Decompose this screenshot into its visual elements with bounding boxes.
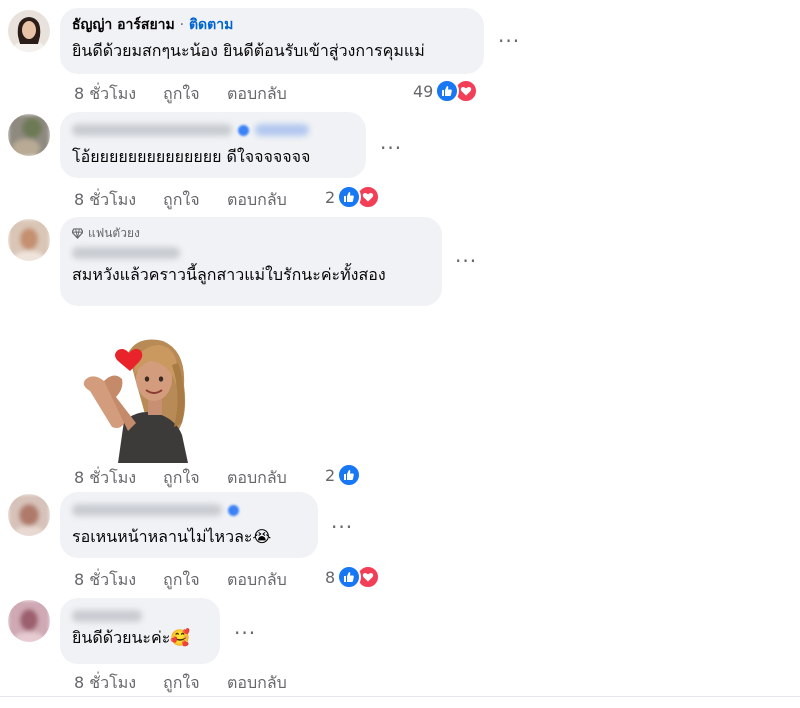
diamond-icon [72, 227, 83, 239]
divider [0, 696, 800, 697]
reply-button[interactable]: ตอบกลับ [227, 671, 287, 696]
like-icon [435, 79, 460, 103]
more-options-button[interactable]: ··· [380, 138, 402, 158]
like-button[interactable]: ถูกใจ [163, 568, 227, 593]
comment-bubble: แฟนตัวยง สมหวังแล้วคราวนี้ลูกสาวแม่ใบรัก… [60, 217, 442, 306]
comment-bubble: ธัญญ่า อาร์สยาม · ติดตาม ยินดีด้วยมสกๆนะ… [60, 8, 484, 74]
reaction-summary[interactable]: 49 [413, 79, 479, 103]
avatar[interactable] [8, 494, 50, 536]
reaction-summary[interactable]: 8 [325, 565, 381, 589]
reaction-count: 49 [413, 81, 434, 101]
timestamp[interactable]: 8 ชั่วโมง [74, 188, 163, 213]
reply-button[interactable]: ตอบกลับ [227, 188, 287, 213]
separator: · [179, 17, 185, 33]
avatar[interactable] [8, 600, 50, 642]
reply-button[interactable]: ตอบกลับ [227, 82, 287, 107]
reply-button[interactable]: ตอบกลับ [227, 568, 287, 593]
top-fan-badge[interactable]: แฟนตัวยง [72, 225, 430, 241]
reaction-count: 2 [325, 187, 336, 207]
like-button[interactable]: ถูกใจ [163, 466, 227, 491]
like-button[interactable]: ถูกใจ [163, 671, 227, 696]
comment-text: ยินดีด้วยนะค่ะ🥰 [72, 628, 191, 647]
timestamp[interactable]: 8 ชั่วโมง [74, 671, 163, 696]
comment-text: สมหวังแล้วคราวนี้ลูกสาวแม่ใบรักนะค่ะทั้ง… [72, 265, 386, 284]
reaction-count: 8 [325, 567, 336, 587]
reaction-count: 2 [325, 465, 336, 485]
follow-link-blurred[interactable] [255, 124, 309, 136]
like-icon [337, 565, 362, 589]
more-options-button[interactable]: ··· [331, 517, 353, 537]
comment-bubble: ยินดีด้วยนะค่ะ🥰 [60, 598, 220, 664]
more-options-button[interactable]: ··· [455, 251, 477, 271]
like-button[interactable]: ถูกใจ [163, 188, 227, 213]
comment-actions: 8 ชั่วโมง ถูกใจ ตอบกลับ [74, 82, 287, 107]
badge-label: แฟนตัวยง [88, 226, 140, 240]
verified-icon [228, 505, 239, 516]
author-name[interactable] [72, 120, 354, 141]
comment-bubble: โอ้ยยยยยยยยยยยยยย ดีใจจจจจจจ [60, 112, 366, 178]
comment-text: ยินดีด้วยมสกๆนะน้อง ยินดีต้อนรับเข้าสู่ว… [72, 41, 425, 60]
avatar[interactable] [8, 10, 50, 52]
comment-bubble: รอเหนหน้าหลานไม่ไหวละ😭 [60, 492, 318, 558]
follow-link[interactable]: ติดตาม [189, 17, 233, 33]
reaction-summary[interactable]: 2 [325, 185, 381, 209]
more-options-button[interactable]: ··· [234, 623, 256, 643]
comment-text: รอเหนหน้าหลานไม่ไหวละ😭 [72, 527, 272, 546]
avatar[interactable] [8, 114, 50, 156]
comment-actions: 8 ชั่วโมง ถูกใจ ตอบกลับ [74, 568, 287, 593]
author-name-blurred[interactable] [72, 610, 142, 622]
like-icon [337, 463, 362, 487]
like-icon [337, 185, 362, 209]
author-name-blurred[interactable] [72, 247, 180, 259]
timestamp[interactable]: 8 ชั่วโมง [74, 82, 163, 107]
comment-actions: 8 ชั่วโมง ถูกใจ ตอบกลับ [74, 671, 287, 696]
reaction-summary[interactable]: 2 [325, 463, 362, 487]
author-name-blurred [72, 124, 232, 136]
timestamp[interactable]: 8 ชั่วโมง [74, 466, 163, 491]
timestamp[interactable]: 8 ชั่วโมง [74, 568, 163, 593]
author-name: ธัญญ่า อาร์สยาม · ติดตาม [72, 16, 472, 35]
more-options-button[interactable]: ··· [498, 31, 520, 51]
heart-hands-avatar-sticker[interactable] [78, 335, 190, 463]
comment-actions: 8 ชั่วโมง ถูกใจ ตอบกลับ [74, 466, 287, 491]
comment-actions: 8 ชั่วโมง ถูกใจ ตอบกลับ [74, 188, 287, 213]
author-name-link[interactable]: ธัญญ่า อาร์สยาม [72, 17, 175, 33]
reply-button[interactable]: ตอบกลับ [227, 466, 287, 491]
author-name[interactable] [72, 500, 306, 521]
avatar[interactable] [8, 219, 50, 261]
verified-icon [238, 125, 249, 136]
comment-text: โอ้ยยยยยยยยยยยยยย ดีใจจจจจจจ [72, 147, 311, 166]
like-button[interactable]: ถูกใจ [163, 82, 227, 107]
author-name-blurred [72, 504, 222, 516]
